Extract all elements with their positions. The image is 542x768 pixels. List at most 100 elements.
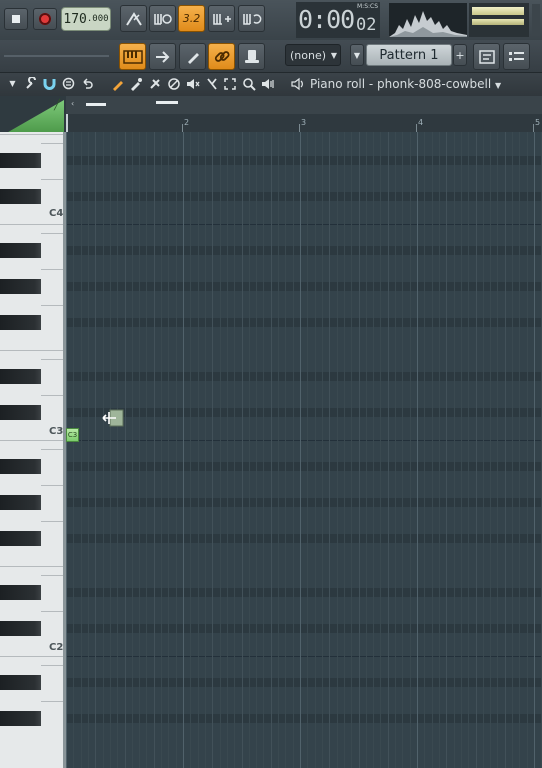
bar-tick <box>533 124 534 132</box>
step-line <box>161 132 162 768</box>
black-key[interactable] <box>0 243 41 258</box>
snap-countdown-button[interactable]: 3.2 <box>178 5 205 32</box>
step-line <box>95 132 96 768</box>
step-line <box>512 132 513 768</box>
time-marker-start[interactable] <box>86 103 106 106</box>
wait-for-input-button[interactable] <box>149 5 176 32</box>
record-button[interactable] <box>33 8 57 30</box>
step-line <box>307 132 308 768</box>
magnet-icon[interactable] <box>42 76 57 91</box>
pencil-tool-icon[interactable] <box>110 76 125 91</box>
arrow-tool-button[interactable] <box>149 43 176 70</box>
link-button[interactable] <box>208 43 235 70</box>
loop-record-icon <box>242 13 261 25</box>
black-key[interactable] <box>0 621 41 636</box>
piano-roll-button[interactable] <box>119 43 146 70</box>
time-marker-end[interactable] <box>156 101 178 104</box>
speaker-icon[interactable] <box>290 76 305 91</box>
time-main: 0:00 <box>298 5 355 34</box>
play-circle-icon[interactable] <box>61 76 76 91</box>
link-icon <box>214 50 230 62</box>
black-key[interactable] <box>0 531 41 546</box>
step-line <box>527 132 528 768</box>
step-line <box>117 132 118 768</box>
step-line <box>424 132 425 768</box>
black-key[interactable] <box>0 711 41 726</box>
note-grid[interactable] <box>66 132 542 768</box>
pattern-name: Pattern 1 <box>379 47 439 63</box>
black-key[interactable] <box>0 459 41 474</box>
time-unit-label: M:S:CS <box>357 3 379 10</box>
black-key[interactable] <box>0 495 41 510</box>
step-line <box>461 132 462 768</box>
step-line <box>380 132 381 768</box>
grid-row-dark <box>66 678 542 687</box>
time-centiseconds: 02 <box>356 15 377 35</box>
playback-speaker-icon[interactable] <box>260 76 275 91</box>
draw-tool-button[interactable] <box>179 43 206 70</box>
bar-line <box>534 132 535 768</box>
paint-brush-icon[interactable] <box>128 76 143 91</box>
pattern-menu-button[interactable]: ▼ <box>350 44 364 66</box>
select-tool-icon[interactable] <box>222 76 237 91</box>
pattern-select-dropdown[interactable]: (none) ▼ <box>285 44 341 66</box>
pattern-select-value: (none) <box>290 48 327 62</box>
mixer-button[interactable] <box>473 43 500 70</box>
speaker-mute-icon[interactable] <box>185 76 200 91</box>
pattern-selector[interactable]: Pattern 1 <box>366 44 452 66</box>
piano-keyboard[interactable] <box>0 132 66 768</box>
step-line <box>263 132 264 768</box>
channel-rack-icon <box>508 51 524 61</box>
piano-roll-title[interactable]: Piano roll - phonk-808-cowbell ▼ <box>310 77 501 91</box>
delete-tool-icon[interactable] <box>147 76 162 91</box>
black-key[interactable] <box>0 405 41 420</box>
black-key[interactable] <box>0 585 41 600</box>
step-line <box>329 132 330 768</box>
toolbar-edge <box>532 4 540 36</box>
mute-tool-icon[interactable] <box>166 76 181 91</box>
black-key[interactable] <box>0 279 41 294</box>
bar-tick <box>299 124 300 132</box>
bar-number: 5 <box>535 118 541 127</box>
wrench-icon[interactable] <box>24 76 39 91</box>
grid-row-dark <box>66 192 542 201</box>
chevron-left-icon[interactable]: ‹ <box>71 99 74 108</box>
step-line <box>388 132 389 768</box>
song-position-display[interactable]: 0:00 M:S:CS 02 <box>296 2 380 38</box>
step-line <box>81 132 82 768</box>
note-label: C3 <box>67 431 78 439</box>
step-line <box>242 132 243 768</box>
add-pattern-button[interactable]: + <box>453 44 467 66</box>
chevron-down-icon: ▼ <box>330 50 337 60</box>
step-line <box>88 132 89 768</box>
master-volume-meter[interactable] <box>469 3 529 37</box>
stop-icon <box>12 15 20 23</box>
step-line <box>285 132 286 768</box>
playhead-marker[interactable] <box>66 114 68 132</box>
undo-icon[interactable] <box>80 76 95 91</box>
stop-button[interactable] <box>4 8 28 30</box>
black-key[interactable] <box>0 369 41 384</box>
metronome-button[interactable] <box>120 5 147 32</box>
channel-rack-button[interactable] <box>503 43 530 70</box>
plugin-picker-button[interactable] <box>238 43 265 70</box>
piano-roll-menu-arrow[interactable]: ▼ <box>5 76 20 91</box>
step-line <box>395 132 396 768</box>
note-c3[interactable]: C3 <box>66 428 79 442</box>
black-key[interactable] <box>0 153 41 168</box>
loop-record-button[interactable] <box>238 5 265 32</box>
slice-tool-icon[interactable] <box>204 76 219 91</box>
bar-line <box>417 132 418 768</box>
bar-tick <box>182 124 183 132</box>
black-key[interactable] <box>0 675 41 690</box>
arrow-right-icon <box>155 50 169 63</box>
step-line <box>176 132 177 768</box>
tempo-display[interactable]: 170.000 <box>61 7 111 31</box>
record-icon <box>39 13 51 25</box>
step-line <box>73 132 74 768</box>
black-key[interactable] <box>0 189 41 204</box>
step-edit-button[interactable] <box>208 5 235 32</box>
zoom-icon[interactable] <box>241 76 256 91</box>
chevron-down-icon: ▼ <box>495 81 502 90</box>
black-key[interactable] <box>0 315 41 330</box>
